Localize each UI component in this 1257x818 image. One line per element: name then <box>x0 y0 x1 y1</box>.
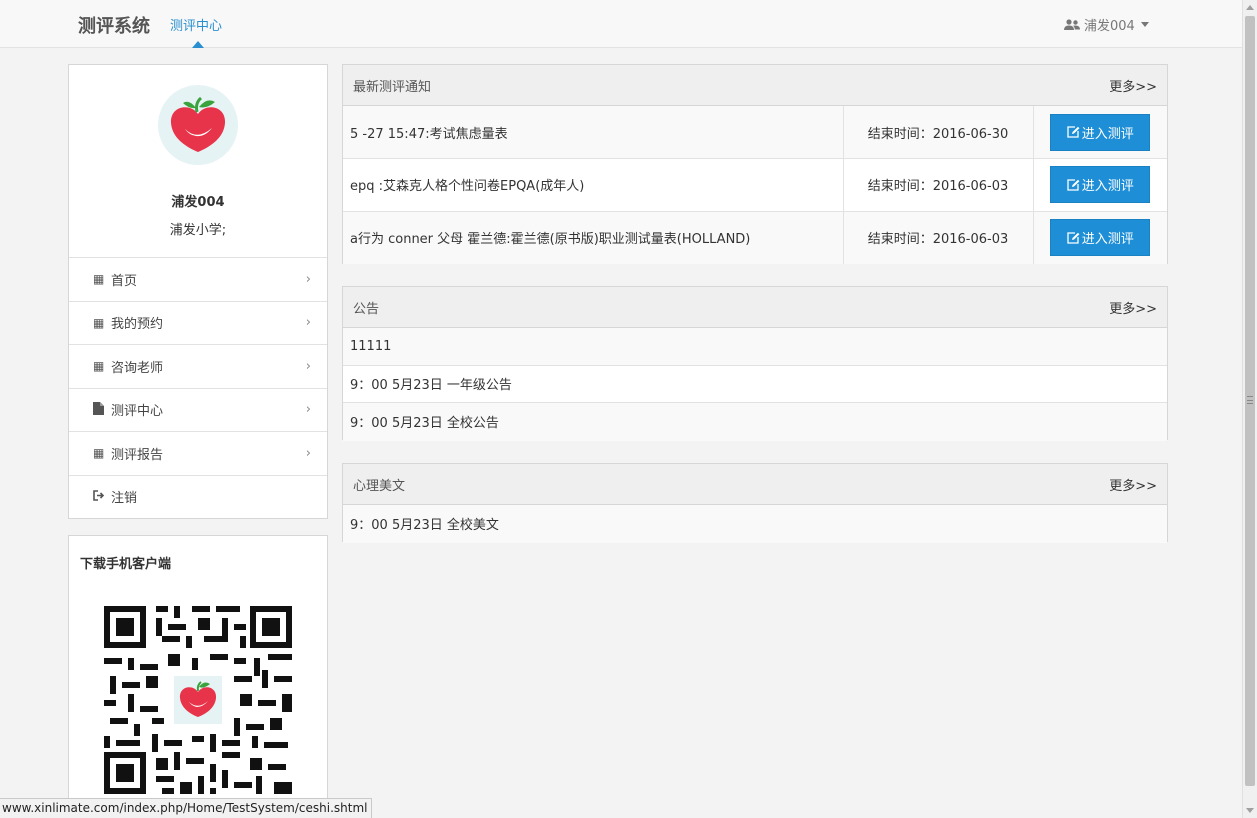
notice-title: 5 -27 15:47:考试焦虑量表 <box>343 106 844 159</box>
avatar <box>158 85 238 165</box>
vertical-scrollbar[interactable] <box>1242 0 1257 818</box>
qr-code <box>104 606 292 794</box>
menu-item-label: 注销 <box>111 491 138 507</box>
articles-panel: 心理美文 更多>> 9：00 5月23日 全校美文 <box>342 463 1168 543</box>
profile-name: 浦发004 <box>171 195 225 210</box>
chevron-right-icon: › <box>305 271 311 287</box>
menu-item-consult-teacher[interactable]: ▦ 咨询老师 › <box>69 344 327 388</box>
qr-title: 下载手机客户端 <box>80 557 172 572</box>
side-menu: ▦ 首页 › ▦ 我的预约 › ▦ 咨询老师 › 测评中心 › ▦ 测评报告 ›… <box>69 257 327 518</box>
nav-link-test-center[interactable]: 测评中心 <box>170 15 222 34</box>
chevron-right-icon: › <box>305 358 311 374</box>
notice-end-time: 结束时间：2016-06-03 <box>843 158 1034 212</box>
menu-item-label: 测评中心 <box>111 404 164 420</box>
active-indicator <box>192 41 204 48</box>
apple-logo-icon <box>170 96 226 152</box>
enter-test-label: 进入测评 <box>1081 179 1134 195</box>
edit-icon <box>1067 126 1080 138</box>
caret-down-icon <box>1140 22 1149 27</box>
announcements-panel: 公告 更多>> 11111 9：00 5月23日 一年级公告 9：00 5月23… <box>342 286 1168 441</box>
articles-more-link[interactable]: 更多>> <box>1109 475 1157 494</box>
menu-item-logout[interactable]: 注销 <box>69 474 327 519</box>
scroll-up-icon[interactable] <box>1246 5 1254 10</box>
sign-out-icon <box>93 489 107 504</box>
scroll-down-icon[interactable] <box>1246 808 1254 813</box>
articles-title: 心理美文 <box>353 478 406 494</box>
top-navbar: 测评系统 测评中心 浦发004 <box>0 0 1242 48</box>
notice-end-time: 结束时间：2016-06-03 <box>843 211 1034 264</box>
status-url: www.xinlimate.com/index.php/Home/TestSys… <box>0 798 373 818</box>
table-icon: ▦ <box>93 446 105 461</box>
user-menu[interactable]: 浦发004 <box>1064 15 1149 34</box>
menu-item-home[interactable]: ▦ 首页 › <box>69 257 327 301</box>
list-item[interactable]: 9：00 5月23日 一年级公告 <box>343 366 1167 403</box>
menu-item-label: 首页 <box>111 273 138 289</box>
announcements-list: 11111 9：00 5月23日 一年级公告 9：00 5月23日 全校公告 <box>343 328 1167 441</box>
announcements-more-link[interactable]: 更多>> <box>1109 298 1157 317</box>
notices-more-link[interactable]: 更多>> <box>1109 76 1157 95</box>
chevron-right-icon: › <box>305 445 311 461</box>
menu-item-label: 咨询老师 <box>111 360 164 376</box>
articles-header: 心理美文 更多>> <box>343 464 1167 505</box>
enter-test-button[interactable]: 进入测评 <box>1050 113 1151 151</box>
menu-item-label: 测评报告 <box>111 447 164 463</box>
notices-table: 5 -27 15:47:考试焦虑量表 结束时间：2016-06-30 进入测评 … <box>343 106 1167 264</box>
notices-panel: 最新测评通知 更多>> 5 -27 15:47:考试焦虑量表 结束时间：2016… <box>342 64 1168 264</box>
enter-test-button[interactable]: 进入测评 <box>1050 219 1151 256</box>
qr-panel: 下载手机客户端 <box>68 535 328 818</box>
user-name: 浦发004 <box>1084 19 1135 34</box>
menu-item-appointments[interactable]: ▦ 我的预约 › <box>69 300 327 345</box>
grip-icon <box>1247 396 1253 404</box>
menu-item-test-report[interactable]: ▦ 测评报告 › <box>69 431 327 475</box>
profile-panel: 浦发004 浦发小学; ▦ 首页 › ▦ 我的预约 › ▦ 咨询老师 › 测评中… <box>68 64 328 519</box>
table-row: a行为 conner 父母 霍兰德:霍兰德(原书版)职业测试量表(HOLLAND… <box>343 211 1167 264</box>
announcements-title: 公告 <box>353 301 380 317</box>
menu-item-test-center[interactable]: 测评中心 › <box>69 387 327 432</box>
enter-test-label: 进入测评 <box>1081 232 1134 247</box>
edit-icon <box>1067 231 1080 244</box>
table-row: 5 -27 15:47:考试焦虑量表 结束时间：2016-06-30 进入测评 <box>343 106 1167 159</box>
list-item[interactable]: 11111 <box>343 328 1167 366</box>
list-item[interactable]: 9：00 5月23日 全校公告 <box>343 403 1167 441</box>
profile-school: 浦发小学; <box>169 223 227 238</box>
announcements-header: 公告 更多>> <box>343 287 1167 328</box>
notices-title: 最新测评通知 <box>353 79 432 95</box>
brand-title[interactable]: 测评系统 <box>78 12 150 38</box>
notice-title: epq :艾森克人格个性问卷EPQA(成年人) <box>343 158 844 212</box>
table-icon: ▦ <box>93 359 105 374</box>
table-row: epq :艾森克人格个性问卷EPQA(成年人) 结束时间：2016-06-03 … <box>343 158 1167 212</box>
chevron-right-icon: › <box>305 402 311 418</box>
enter-test-button[interactable]: 进入测评 <box>1050 166 1151 204</box>
notice-end-time: 结束时间：2016-06-30 <box>843 106 1034 159</box>
users-icon <box>1064 18 1080 30</box>
table-icon: ▦ <box>93 315 105 330</box>
file-icon <box>93 401 107 418</box>
page: 测评系统 测评中心 浦发004 浦发004 浦发小学; ▦ 首页 › ▦ 我的预… <box>0 0 1257 818</box>
menu-item-label: 我的预约 <box>111 317 164 333</box>
chevron-right-icon: › <box>305 315 311 331</box>
list-item[interactable]: 9：00 5月23日 全校美文 <box>343 505 1167 543</box>
enter-test-label: 进入测评 <box>1081 126 1134 142</box>
articles-list: 9：00 5月23日 全校美文 <box>343 505 1167 543</box>
notices-header: 最新测评通知 更多>> <box>343 65 1167 106</box>
notice-title: a行为 conner 父母 霍兰德:霍兰德(原书版)职业测试量表(HOLLAND… <box>343 211 844 264</box>
table-icon: ▦ <box>93 272 105 287</box>
edit-icon <box>1067 179 1080 191</box>
